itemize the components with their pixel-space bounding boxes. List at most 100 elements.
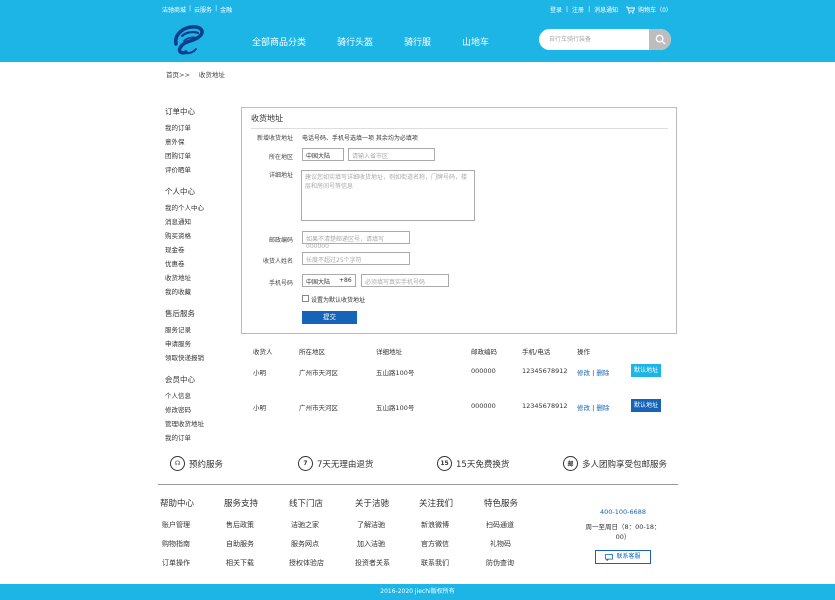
search-input[interactable] (549, 33, 649, 46)
seven-day-icon: 7 (298, 456, 313, 471)
top-link-mall[interactable]: 洁驰商城 (162, 5, 186, 14)
sidebar-group-title: 售后服务 (165, 309, 195, 318)
footer-link[interactable]: 售后政策 (224, 520, 258, 539)
footer-column-stores: 线下门店 洁驰之家 服务网点 授权体验店 (289, 497, 324, 577)
register-link[interactable]: 注册 (572, 5, 584, 14)
submit-button[interactable]: 提交 (302, 311, 357, 324)
region-country-select[interactable]: 中国大陆 (302, 148, 344, 161)
footer-link[interactable]: 账户管理 (160, 520, 194, 539)
cell-address: 五山路100号 (376, 369, 415, 377)
service-item: ☊ 预约服务 (170, 456, 223, 471)
new-address-label: 新增收货地址 (256, 135, 293, 142)
nav-item-all-categories[interactable]: 全部商品分类 (252, 35, 306, 48)
nav-item-jerseys[interactable]: 骑行服 (404, 35, 431, 48)
zip-input[interactable]: 如果不清楚邮递区号，请填写000000 (302, 231, 410, 250)
sidebar-item-reviews[interactable]: 评价晒单 (165, 164, 204, 178)
sidebar-item-manage-addresses[interactable]: 管理收货地址 (165, 418, 204, 432)
brand-logo-icon[interactable] (170, 22, 206, 58)
delete-link[interactable]: 删除 (596, 404, 609, 412)
footer-column-title: 服务支持 (224, 499, 259, 509)
edit-link[interactable]: 修改 (577, 369, 590, 377)
footer-link[interactable]: 新浪微博 (419, 520, 453, 539)
cell-receiver: 小明 (253, 404, 266, 412)
sidebar-item-profile[interactable]: 个人信息 (165, 390, 204, 404)
fifteen-day-icon: 15 (437, 456, 452, 471)
cell-zip: 000000 (471, 402, 496, 410)
headset-icon: ☊ (170, 456, 185, 471)
footer-column-special: 特色服务 扫码通道 礼物码 防伪查询 (484, 497, 518, 577)
footer-link[interactable]: 购物指南 (160, 539, 194, 558)
footer-link[interactable]: 扫码通道 (484, 520, 518, 539)
default-address-label: 设置为默认收货地址 (311, 297, 366, 304)
sidebar-item-purchase-eligibility[interactable]: 购买资格 (165, 230, 204, 244)
top-link-finance[interactable]: 金融 (220, 5, 232, 14)
nav-item-mountain-bikes[interactable]: 山地车 (462, 35, 489, 48)
breadcrumb-home[interactable]: 首页>> (166, 69, 190, 79)
search-icon (655, 34, 665, 45)
sidebar-item-group-orders[interactable]: 团购订单 (165, 150, 204, 164)
phone-region-select[interactable]: 中国大陆 +86 (302, 274, 356, 287)
footer-link[interactable]: 服务网点 (289, 539, 324, 558)
top-bar: 洁驰商城 | 云服务 | 金融 登录 | 注册 | 消息通知 购物车（0） (0, 0, 835, 18)
sidebar-group-title: 订单中心 (165, 107, 195, 116)
cell-phone: 12345678912 (522, 367, 568, 375)
contact-service-button[interactable]: 联系客服 (595, 550, 651, 564)
footer-link[interactable]: 防伪查询 (484, 558, 518, 577)
cart-link[interactable]: 购物车（0） (626, 5, 672, 14)
footer-link[interactable]: 联系我们 (419, 558, 453, 577)
sidebar-item-personal-center[interactable]: 我的个人中心 (165, 202, 204, 216)
phone-input[interactable]: 必须填写真实手机号码 (361, 274, 449, 287)
footer-link[interactable]: 相关下载 (224, 558, 258, 577)
sidebar-item-service-records[interactable]: 服务记录 (165, 324, 204, 338)
zip-label: 邮政编码 (268, 237, 293, 244)
footer-column-about: 关于洁驰 了解洁驰 加入洁驰 投资者关系 (355, 497, 390, 577)
sidebar-item-my-orders[interactable]: 我的订单 (165, 122, 204, 136)
phone-label: 手机号码 (268, 280, 293, 287)
sidebar-item-cash-voucher[interactable]: 现金卷 (165, 244, 204, 258)
footer-link[interactable]: 洁驰之家 (289, 520, 324, 539)
footer-link[interactable]: 授权体验店 (289, 558, 324, 577)
sidebar-item-coupons[interactable]: 优惠卷 (165, 258, 204, 272)
breadcrumb-current: 收货地址 (198, 71, 225, 79)
region-label: 所在地区 (268, 154, 293, 161)
sidebar-item-messages[interactable]: 消息通知 (165, 216, 204, 230)
footer-link[interactable]: 自助服务 (224, 539, 258, 558)
region-input[interactable]: 请输入省市区 (348, 148, 435, 161)
footer-link[interactable]: 订单操作 (160, 558, 194, 577)
footer-link[interactable]: 投资者关系 (355, 558, 390, 577)
edit-link[interactable]: 修改 (577, 404, 590, 412)
service-text: 15天免费换货 (456, 459, 510, 470)
form-note: 电话号码、手机号选填一项 其余均为必填项 (302, 135, 418, 142)
cart-label: 购物车（0） (638, 7, 672, 14)
sidebar-item-accident-insurance[interactable]: 意外保 (165, 136, 204, 150)
detail-address-textarea[interactable]: 建议您如实填写详细收货地址，例如街道名称，门牌号码，楼层和房间号等信息 (301, 170, 475, 221)
login-link[interactable]: 登录 (550, 5, 562, 14)
messages-link[interactable]: 消息通知 (594, 5, 618, 14)
search-box (539, 29, 671, 50)
address-form-panel: 收货地址 新增收货地址 电话号码、手机号选填一项 其余均为必填项 所在地区 中国… (241, 107, 677, 334)
footer-link[interactable]: 礼物码 (484, 539, 518, 558)
top-link-cloud[interactable]: 云服务 (194, 5, 212, 14)
sidebar-item-my-orders-2[interactable]: 我的订单 (165, 432, 204, 446)
sidebar-item-shipping-address[interactable]: 收货地址 (165, 272, 204, 286)
default-address-button[interactable]: 默认地址 (631, 364, 661, 377)
delete-link[interactable]: 删除 (596, 369, 609, 377)
service-item: 15 15天免费换货 (437, 456, 509, 471)
cell-region: 广州市天河区 (299, 369, 338, 377)
search-button[interactable] (649, 29, 671, 50)
sidebar-item-request-service[interactable]: 申请服务 (165, 338, 204, 352)
footer-link[interactable]: 官方微信 (419, 539, 453, 558)
nav-item-helmets[interactable]: 骑行头盔 (337, 35, 373, 48)
cell-receiver: 小明 (253, 369, 266, 377)
service-item: 邮 多人团购享受包邮服务 (563, 456, 667, 471)
sidebar-group-orders: 订单中心 我的订单 意外保 团购订单 评价晒单 (165, 106, 204, 178)
sidebar-item-shipping-refund[interactable]: 领取快递报销 (165, 352, 204, 366)
footer-link[interactable]: 加入洁驰 (355, 539, 390, 558)
receiver-name-input[interactable]: 长度不超过25个字符 (302, 252, 410, 265)
footer-link[interactable]: 了解洁驰 (355, 520, 390, 539)
sidebar-item-favorites[interactable]: 我的收藏 (165, 286, 204, 300)
default-address-button[interactable]: 默认地址 (631, 399, 661, 412)
sidebar-item-change-password[interactable]: 修改密码 (165, 404, 204, 418)
default-address-checkbox[interactable] (302, 295, 309, 302)
sidebar-group-title: 个人中心 (165, 187, 195, 196)
